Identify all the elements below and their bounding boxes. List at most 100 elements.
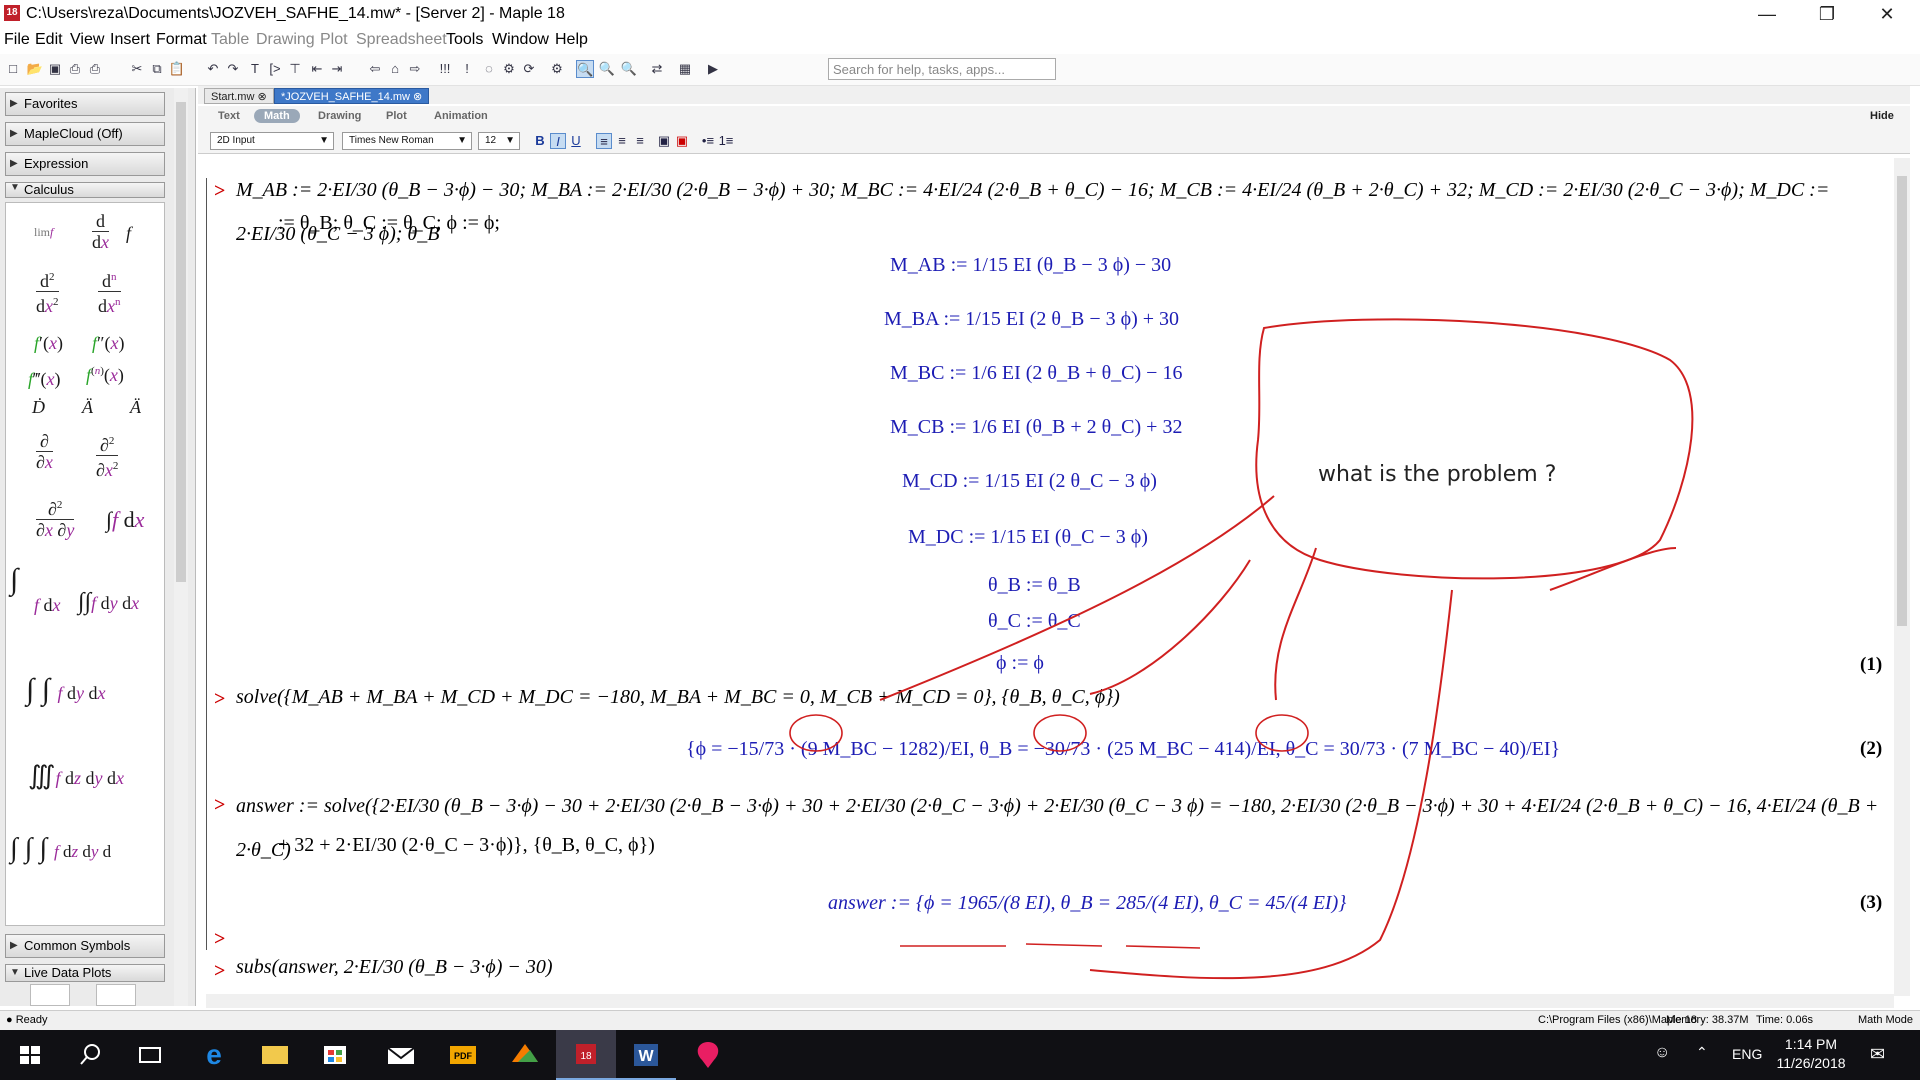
indefinite-integral-template[interactable]: ∫f dx	[106, 507, 144, 533]
bold-button[interactable]: B	[532, 133, 548, 149]
zoom-200-icon[interactable]: 🔍	[620, 60, 638, 78]
palette-maplecloud[interactable]: ▶ MapleCloud (Off)	[5, 122, 165, 146]
numbered-list-icon[interactable]: 1≡	[718, 133, 734, 149]
new-icon[interactable]: □	[4, 60, 22, 78]
save-icon[interactable]: ▣	[46, 60, 64, 78]
file-explorer-icon[interactable]	[244, 1030, 304, 1080]
size-select[interactable]: 12 ▼	[478, 132, 520, 150]
debug-icon[interactable]: ⚙	[500, 60, 518, 78]
triple-dot-template[interactable]: Ä	[130, 397, 141, 418]
menu-spreadsheet[interactable]: Spreadsheet	[356, 31, 447, 49]
triple-integral-template[interactable]: ∭f dz dy dx	[28, 761, 124, 791]
underline-button[interactable]: U	[568, 133, 584, 149]
store-icon[interactable]	[304, 1030, 364, 1080]
mode-text[interactable]: Text	[218, 110, 240, 122]
task-view-icon[interactable]	[120, 1030, 180, 1080]
menu-format[interactable]: Format	[156, 31, 207, 49]
double-prime-template[interactable]: f″(x)	[92, 333, 125, 354]
second-partial-template[interactable]: ∂2 ∂x2	[96, 431, 119, 480]
restart-icon[interactable]: ⟳	[520, 60, 538, 78]
palette-scrollbar-thumb[interactable]	[176, 102, 186, 582]
start-icon[interactable]	[0, 1030, 60, 1080]
partial-template[interactable]: ∂ ∂x	[36, 431, 53, 472]
double-dot-template[interactable]: Ä	[82, 397, 93, 418]
horizontal-scrollbar[interactable]	[206, 994, 1894, 1008]
empty-prompt[interactable]: >	[214, 928, 225, 951]
highlight-icon[interactable]: ▣	[674, 133, 690, 149]
document-scrollbar[interactable]	[1894, 158, 1910, 996]
nth-prime-template[interactable]: f(n)(x)	[86, 365, 124, 386]
help-icon[interactable]: ▶	[704, 60, 722, 78]
double-integral-template[interactable]: ∫∫f dy dx	[78, 589, 139, 616]
bullet-list-icon[interactable]: •≡	[700, 133, 716, 149]
menu-window[interactable]: Window	[492, 31, 549, 49]
text-icon[interactable]: T	[246, 60, 264, 78]
copy-icon[interactable]: ⧉	[148, 60, 166, 78]
word-icon[interactable]: W	[616, 1030, 676, 1080]
definite-triple-integral-template[interactable]: ∫ ∫ ∫ f dz dy d	[10, 833, 111, 865]
settings-icon[interactable]: ⚙	[548, 60, 566, 78]
italic-button[interactable]: I	[550, 133, 566, 149]
close-icon[interactable]: ✕	[1864, 0, 1910, 28]
align-left-icon[interactable]: ≡	[596, 133, 612, 149]
home-icon[interactable]: ⌂	[386, 60, 404, 78]
dot-template[interactable]: Ḋ	[32, 397, 45, 418]
search-icon[interactable]	[60, 1030, 120, 1080]
pdf-icon[interactable]: PDF	[432, 1030, 492, 1080]
chevron-up-icon[interactable]: ⌃	[1696, 1044, 1708, 1061]
derivative-template[interactable]: d dx	[92, 211, 109, 252]
menu-file[interactable]: File	[4, 31, 30, 49]
menu-help[interactable]: Help	[555, 31, 588, 49]
forward-icon[interactable]: ⇨	[406, 60, 424, 78]
edge-icon[interactable]: e	[184, 1030, 244, 1080]
palette-calculus[interactable]: ▼ Calculus	[5, 182, 165, 198]
mixed-partial-template[interactable]: ∂2 ∂x ∂y	[36, 495, 75, 540]
menu-tools[interactable]: Tools	[446, 31, 483, 49]
tab-jozveh[interactable]: *JOZVEH_SAFHE_14.mw ⊗	[274, 88, 430, 104]
palette-favorites[interactable]: ▶ Favorites	[5, 92, 165, 116]
close-icon[interactable]: ⊗	[257, 91, 266, 103]
align-center-icon[interactable]: ≡	[614, 133, 630, 149]
limit-template[interactable]: limf	[34, 225, 53, 240]
undo-icon[interactable]: ↶	[204, 60, 222, 78]
clock[interactable]: 1:14 PM 11/26/2018	[1776, 1035, 1846, 1073]
maple-icon[interactable]: 18	[556, 1030, 616, 1080]
people-icon[interactable]: ☺	[1654, 1044, 1670, 1062]
back-icon[interactable]: ⇦	[366, 60, 384, 78]
prime-template[interactable]: f′(x)	[34, 333, 63, 354]
menu-drawing[interactable]: Drawing	[256, 31, 315, 49]
maple-leaf-icon[interactable]: 18	[4, 5, 20, 21]
open-icon[interactable]: 📂	[26, 60, 44, 78]
redo-icon[interactable]: ↷	[224, 60, 242, 78]
math-input-icon[interactable]: [>	[266, 60, 284, 78]
mode-plot[interactable]: Plot	[386, 110, 407, 122]
worksheet[interactable]: > M_AB := 2·EI/30 (θ_B − 3·ϕ) − 30; M_BA…	[206, 158, 1886, 996]
menu-edit[interactable]: Edit	[35, 31, 63, 49]
palette-scrollbar[interactable]	[174, 88, 188, 1006]
nth-derivative-template[interactable]: dn dxn	[98, 267, 121, 316]
print-icon[interactable]: ⎙	[66, 60, 84, 78]
execute-icon[interactable]: !	[458, 60, 476, 78]
palette-common-symbols[interactable]: ▶ Common Symbols	[5, 934, 165, 958]
menu-insert[interactable]: Insert	[110, 31, 150, 49]
palette-expression[interactable]: ▶ Expression	[5, 152, 165, 176]
search-input[interactable]: Search for help, tasks, apps...	[828, 58, 1056, 80]
close-icon[interactable]: ⊗	[413, 91, 422, 103]
execute-all-icon[interactable]: !!!	[436, 60, 454, 78]
input-mode-select[interactable]: 2D Input ▼	[210, 132, 334, 150]
outdent-icon[interactable]: ⇥	[328, 60, 346, 78]
definite-integral-template[interactable]: ∫	[10, 563, 18, 597]
hide-button[interactable]: Hide	[1870, 110, 1894, 122]
definitions-input-cont[interactable]: := θ_B; θ_C := θ_C; ϕ := ϕ;	[278, 212, 500, 235]
notification-icon[interactable]: ✉	[1870, 1044, 1885, 1065]
execution-group-icon[interactable]: ⊤	[286, 60, 304, 78]
triple-prime-template[interactable]: f‴(x)	[28, 369, 61, 390]
second-derivative-template[interactable]: d2 dx2	[36, 267, 59, 316]
live-plot-thumb-1[interactable]	[30, 984, 70, 1006]
menu-table[interactable]: Table	[211, 31, 249, 49]
paint-icon[interactable]	[678, 1030, 738, 1080]
mode-drawing[interactable]: Drawing	[318, 110, 361, 122]
menu-plot[interactable]: Plot	[320, 31, 348, 49]
palette-live-data-plots[interactable]: ▼ Live Data Plots	[5, 964, 165, 982]
tab-start[interactable]: Start.mw ⊗	[204, 88, 274, 104]
